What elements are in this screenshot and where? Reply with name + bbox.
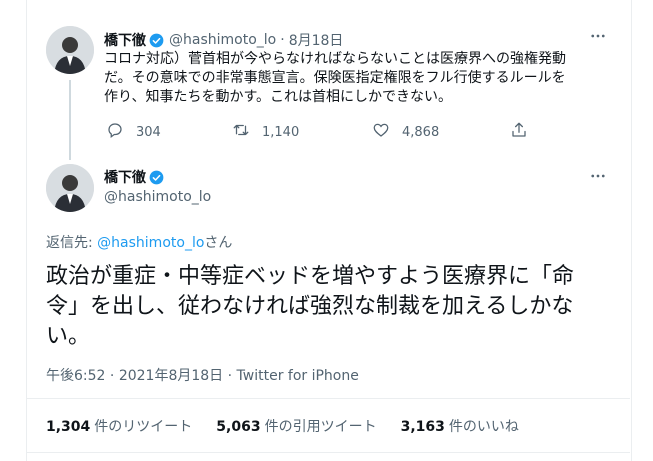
reply-button[interactable]: 304 [106,121,161,143]
separator-dot: · [227,368,237,384]
tweet-date[interactable]: 8月18日 [289,30,344,50]
divider [26,398,630,399]
like-count: 4,868 [402,124,440,140]
author-handle[interactable]: @hashimoto_lo [169,32,276,48]
tweet-actions: 304 1,140 4,868 [106,121,526,141]
avatar[interactable] [46,26,94,74]
share-button[interactable] [510,121,528,143]
tweet-source[interactable]: Twitter for iPhone [237,368,359,384]
retweet-button[interactable]: 1,140 [232,121,299,143]
text-line: だ。その意味での非常事態宣言。保険医指定権限をフル行使するルールを [104,70,566,86]
avatar[interactable] [46,164,94,212]
replying-to: 返信先: @hashimoto_loさん [46,232,232,252]
tweet-date[interactable]: 2021年8月18日 [119,368,223,384]
likes-stat[interactable]: 3,163 件のいいね [401,416,519,436]
like-button[interactable]: 4,868 [372,121,439,143]
reply-handle-link[interactable]: @hashimoto_lo [97,235,204,251]
text-line: コロナ対応）菅首相が今やらなければならないことは医療界への強権発動 [104,51,566,67]
retweet-count: 1,140 [262,124,300,140]
main-tweet-header: 橋下徹 [104,167,164,187]
more-icon[interactable] [588,166,608,186]
stat-label: 件のいいね [448,419,519,435]
tweet-metadata: 午後6:52 · 2021年8月18日 · Twitter for iPhone [46,365,359,385]
text-line: い。 [46,324,91,349]
like-icon [372,121,390,143]
stat-label: 件の引用ツイート [264,419,377,435]
author-name[interactable]: 橋下徹 [104,30,146,50]
retweet-icon [232,121,250,143]
separator-dot: · [109,368,119,384]
stat-count: 3,163 [400,419,445,435]
author-name[interactable]: 橋下徹 [104,167,146,187]
reply-tweet-header: 橋下徹 @hashimoto_lo · 8月18日 [104,30,343,50]
retweets-stat[interactable]: 1,304 件のリツイート [46,416,192,436]
tweet-time[interactable]: 午後6:52 [46,368,105,384]
more-icon[interactable] [588,26,608,46]
thread-connector [69,80,71,160]
reply-count: 304 [136,124,161,140]
reply-suffix: さん [204,235,233,251]
quote-tweets-stat[interactable]: 5,063 件の引用ツイート [216,416,376,436]
stat-count: 5,063 [216,419,261,435]
separator-dot: · [280,32,285,48]
stat-count: 1,304 [46,419,91,435]
reply-tweet-text: コロナ対応）菅首相が今やらなければならないことは医療界への強権発動 だ。その意味… [104,50,566,107]
text-line: 政治が重症・中等症ベッドを増やすよう医療界に「命 [46,264,575,289]
verified-badge-icon [149,170,164,185]
text-line: 作り、知事たちを動かす。これは首相にしかできない。 [104,89,453,105]
divider [26,452,630,453]
main-tweet-text: 政治が重症・中等症ベッドを増やすよう医療界に「命 令」を出し、従わなければ強烈な… [46,262,606,352]
stat-label: 件のリツイート [94,419,193,435]
share-icon [510,121,528,143]
text-line: 令」を出し、従わなければ強烈な制裁を加えるしかな [46,294,574,319]
author-handle[interactable]: @hashimoto_lo [104,189,211,205]
reply-icon [106,121,124,143]
verified-badge-icon [149,33,164,48]
engagement-stats: 1,304 件のリツイート 5,063 件の引用ツイート 3,163 件のいいね [46,416,543,436]
reply-prefix: 返信先: [46,235,98,251]
